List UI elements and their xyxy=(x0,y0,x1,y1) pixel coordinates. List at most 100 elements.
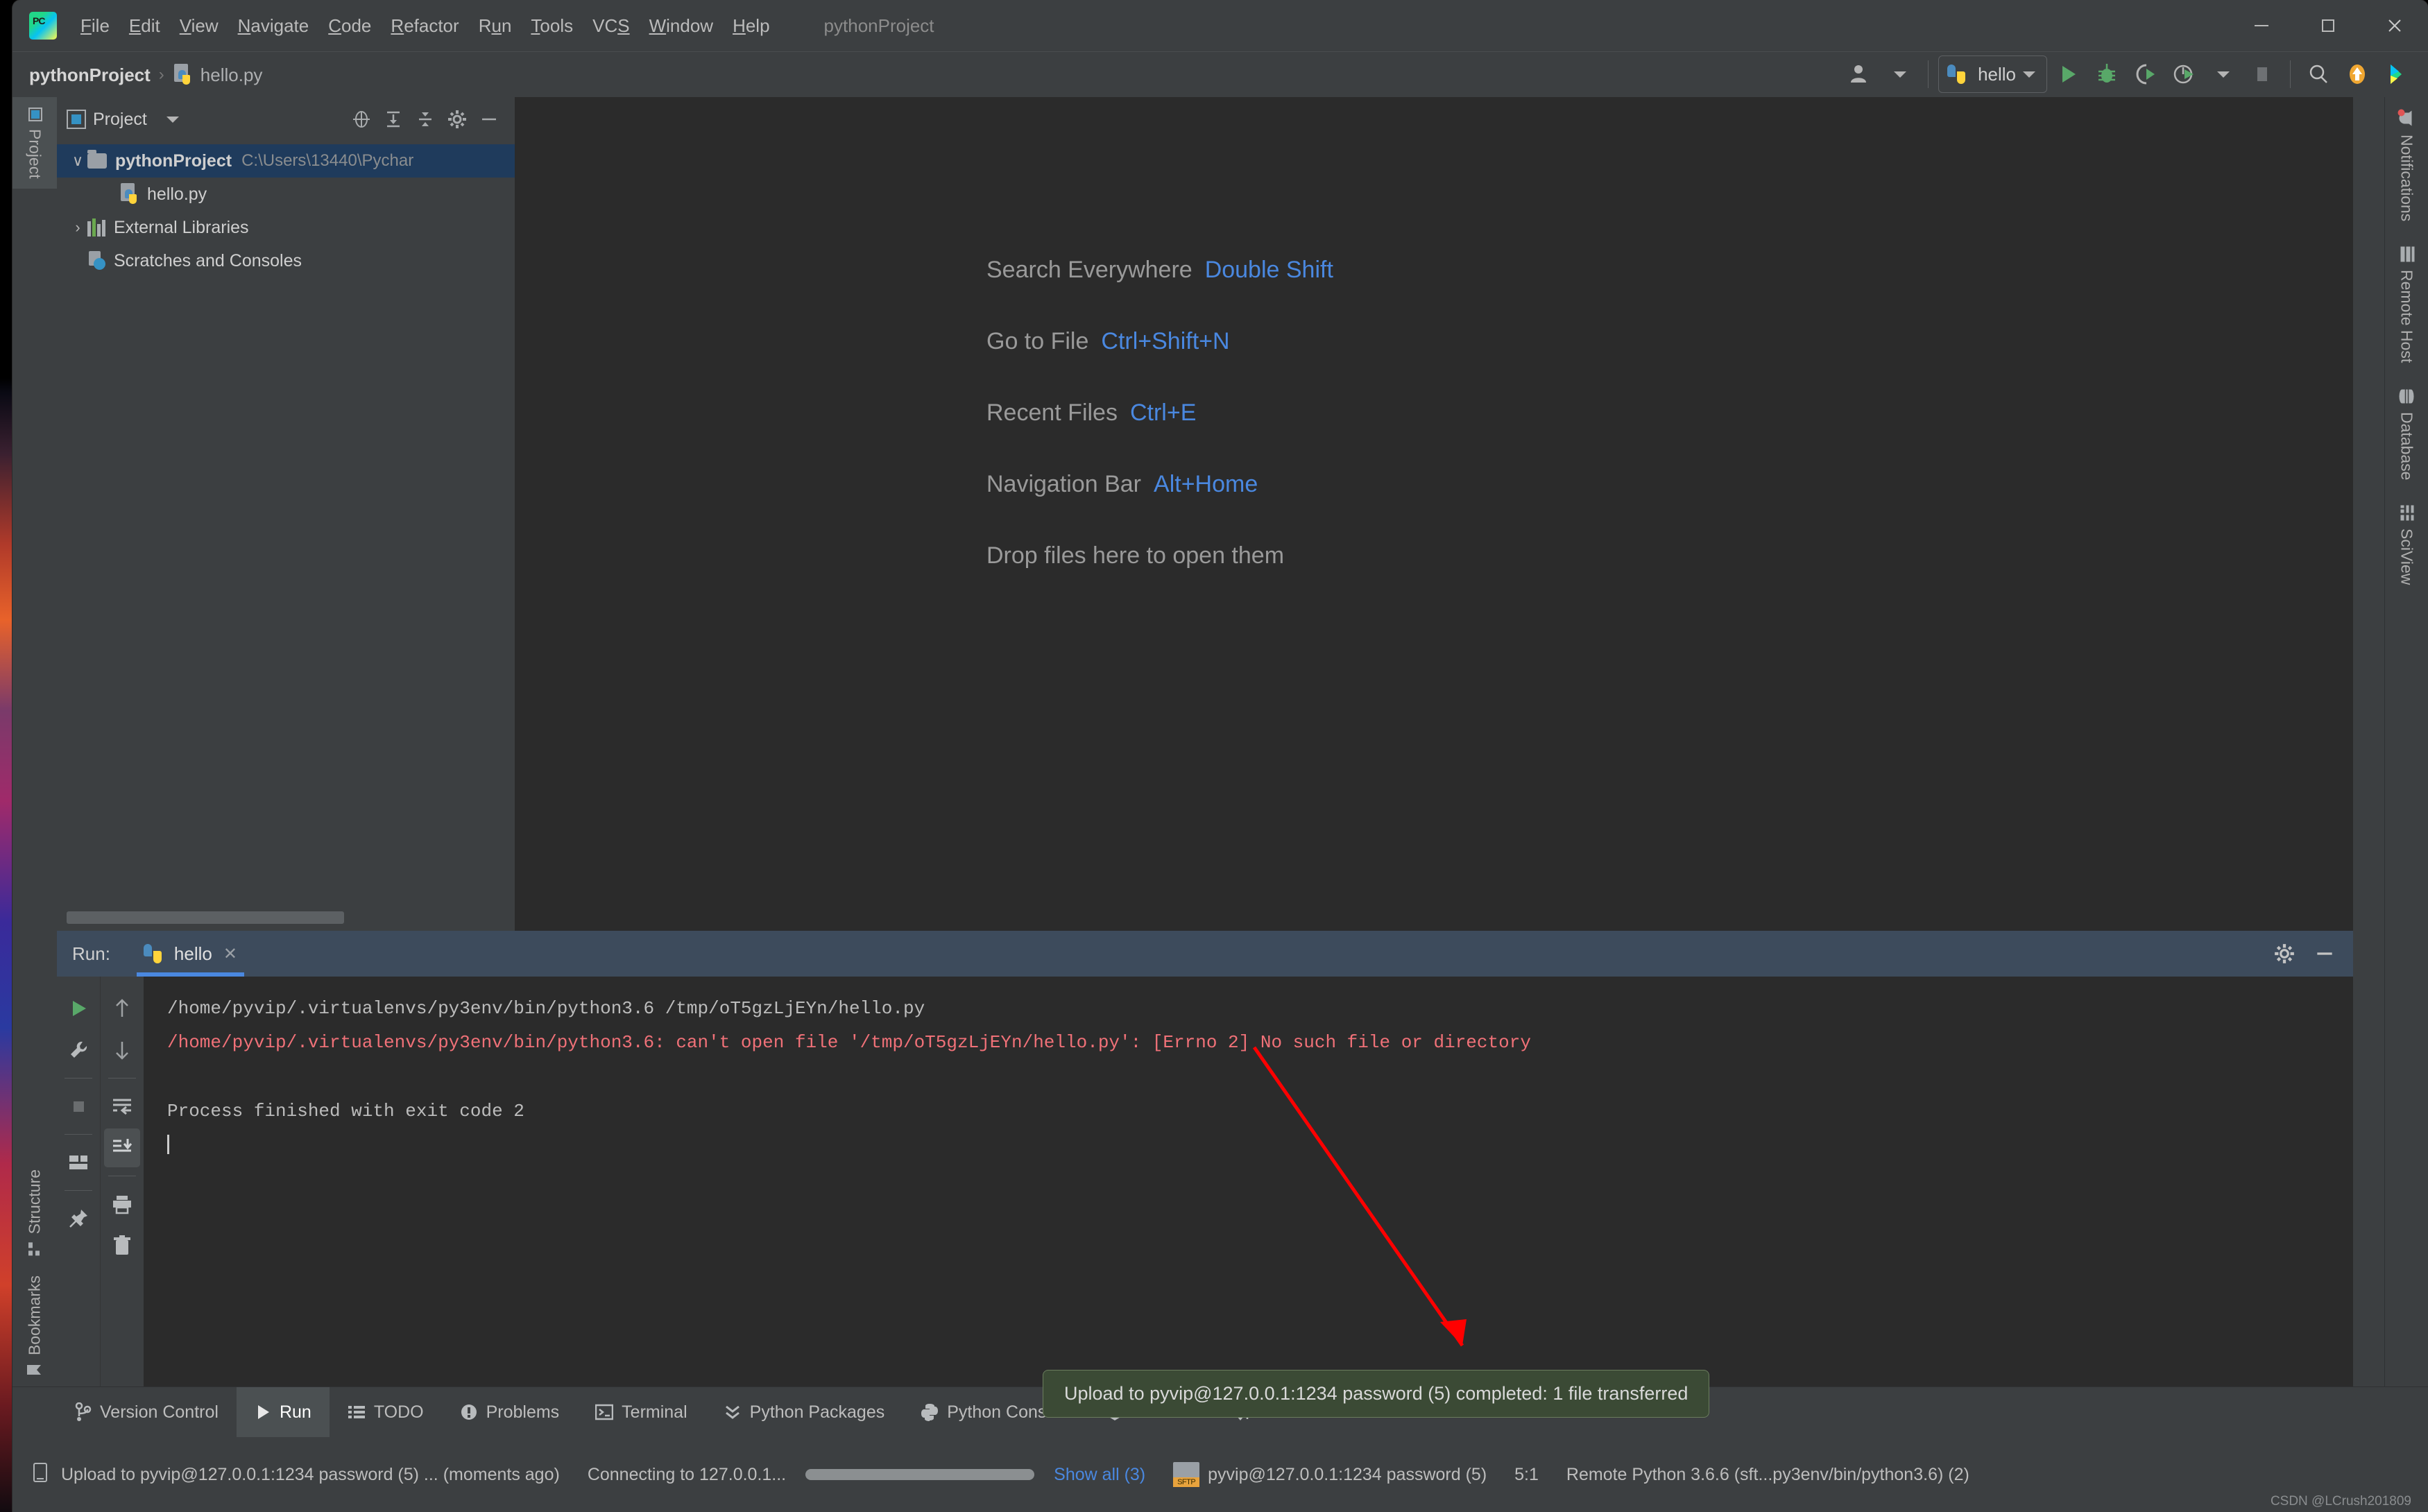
edit-configuration-icon[interactable] xyxy=(60,1031,96,1069)
toolwindow-version-control[interactable]: Version Control xyxy=(57,1387,237,1437)
soft-wrap-icon[interactable] xyxy=(104,1087,140,1126)
menu-item-tools[interactable]: Tools xyxy=(521,11,583,41)
expand-all-icon[interactable] xyxy=(377,103,409,135)
left-tool-strip[interactable]: Project StructureBookmarks xyxy=(12,97,58,1387)
strip-item-structure[interactable]: Structure xyxy=(12,1160,57,1266)
status-bar: Upload to pyvip@127.0.0.1:1234 password … xyxy=(12,1437,2428,1512)
menu-item-file[interactable]: File xyxy=(71,11,119,41)
toolwindow-python-packages[interactable]: Python Packages xyxy=(706,1387,903,1437)
strip-item-label: SciView xyxy=(2397,529,2416,585)
breadcrumb[interactable]: pythonProject › hello.py xyxy=(29,64,262,86)
remote-host-icon xyxy=(2398,246,2415,264)
chevron-down-icon[interactable]: ∨ xyxy=(68,152,87,170)
run-tab[interactable]: hello ✕ xyxy=(134,931,247,977)
run-coverage-icon[interactable] xyxy=(2128,56,2164,92)
toolwindow-terminal[interactable]: Terminal xyxy=(577,1387,705,1437)
editor-area[interactable]: Search EverywhereDouble ShiftGo to FileC… xyxy=(515,97,2353,931)
title-bar: FileEditViewNavigateCodeRefactorRunTools… xyxy=(12,0,2428,51)
project-tree[interactable]: ∨pythonProjectC:\Users\13440\Pychar hello… xyxy=(57,141,515,277)
profile-dropdown-caret-icon[interactable] xyxy=(2205,56,2241,92)
toolwindow-problems[interactable]: Problems xyxy=(442,1387,578,1437)
bookmarks-icon xyxy=(26,1362,44,1377)
down-icon[interactable] xyxy=(104,1031,140,1069)
ide-feature-icon[interactable] xyxy=(2378,56,2414,92)
run-panel-tools[interactable] xyxy=(2267,931,2342,977)
tree-node-pythonproject[interactable]: ∨pythonProjectC:\Users\13440\Pychar xyxy=(57,144,515,178)
stop-icon[interactable] xyxy=(2244,56,2280,92)
interpreter-label[interactable]: Remote Python 3.6.6 (sft...py3env/bin/py… xyxy=(1566,1465,1969,1485)
close-icon[interactable]: ✕ xyxy=(223,944,237,964)
run-configuration-selector[interactable]: hello xyxy=(1938,55,2047,93)
profile-icon[interactable] xyxy=(2166,56,2203,92)
window-controls[interactable] xyxy=(2228,0,2428,51)
close-icon[interactable] xyxy=(2361,0,2428,51)
editor-hint-navigation-bar: Navigation BarAlt+Home xyxy=(986,471,1333,498)
debug-icon[interactable] xyxy=(2089,56,2125,92)
toolwindow-todo[interactable]: TODO xyxy=(330,1387,442,1437)
settings-icon[interactable] xyxy=(2267,936,2302,971)
tree-node-hello-py[interactable]: hello.py xyxy=(57,178,515,211)
locate-icon[interactable] xyxy=(345,103,377,135)
hide-icon[interactable] xyxy=(2307,936,2342,971)
menu-item-code[interactable]: Code xyxy=(318,11,381,41)
collapse-all-icon[interactable] xyxy=(409,103,441,135)
terminal-icon xyxy=(595,1404,613,1420)
chevron-right-icon[interactable]: › xyxy=(68,218,87,237)
strip-item-notifications[interactable]: Notifications xyxy=(2385,97,2428,234)
settings-icon[interactable] xyxy=(441,103,473,135)
menu-item-run[interactable]: Run xyxy=(469,11,522,41)
project-horizontal-scrollbar[interactable] xyxy=(67,911,344,924)
toolwindow-label: Python Packages xyxy=(750,1402,885,1423)
menu-item-help[interactable]: Help xyxy=(723,11,779,41)
layout-icon[interactable] xyxy=(60,1143,96,1182)
caret-position[interactable]: 5:1 xyxy=(1514,1465,1539,1485)
chevron-down-icon[interactable] xyxy=(157,103,189,135)
strip-item-remote-host[interactable]: Remote Host xyxy=(2385,234,2428,375)
user-profile-icon[interactable] xyxy=(1843,56,1879,92)
menu-item-window[interactable]: Window xyxy=(640,11,723,41)
right-tool-strip[interactable]: NotificationsRemote HostDatabase SciView xyxy=(2384,97,2428,1387)
run-gutter-primary[interactable] xyxy=(57,977,100,1387)
menu-item-navigate[interactable]: Navigate xyxy=(228,11,319,41)
main-toolbar[interactable]: hello xyxy=(1843,51,2428,97)
run-console-output[interactable]: /home/pyvip/.virtualenvs/py3env/bin/pyth… xyxy=(144,977,2353,1387)
menu-item-vcs[interactable]: VCS xyxy=(583,11,639,41)
strip-item-bookmarks[interactable]: Bookmarks xyxy=(12,1266,57,1387)
stop-icon[interactable] xyxy=(60,1087,96,1126)
run-gutter-secondary[interactable] xyxy=(100,977,144,1387)
minimize-icon[interactable] xyxy=(2228,0,2295,51)
strip-item-sciview[interactable]: SciView xyxy=(2385,492,2428,597)
upload-notification-balloon[interactable]: Upload to pyvip@127.0.0.1:1234 password … xyxy=(1043,1370,1709,1418)
editor-hint-drop-files-here-to-open-them: Drop files here to open them xyxy=(986,542,1333,569)
maximize-icon[interactable] xyxy=(2295,0,2361,51)
breadcrumb-file[interactable]: hello.py xyxy=(200,65,263,86)
console-line: /home/pyvip/.virtualenvs/py3env/bin/pyth… xyxy=(167,992,2353,1026)
menu-item-view[interactable]: View xyxy=(170,11,228,41)
sftp-icon xyxy=(1173,1462,1199,1487)
scroll-to-end-icon[interactable] xyxy=(104,1128,140,1167)
pin-tab-icon[interactable] xyxy=(60,1199,96,1238)
run-icon[interactable] xyxy=(2050,56,2086,92)
upload-status-message[interactable]: Upload to pyvip@127.0.0.1:1234 password … xyxy=(61,1465,560,1485)
rerun-icon[interactable] xyxy=(60,989,96,1028)
hide-icon[interactable] xyxy=(473,103,505,135)
strip-item-database[interactable]: Database xyxy=(2385,376,2428,492)
menu-item-refactor[interactable]: Refactor xyxy=(381,11,468,41)
menu-item-edit[interactable]: Edit xyxy=(119,11,170,41)
search-icon[interactable] xyxy=(2300,56,2336,92)
print-icon[interactable] xyxy=(104,1185,140,1223)
tree-node-label: External Libraries xyxy=(114,218,249,238)
strip-item-project[interactable]: Project xyxy=(12,97,57,189)
show-all-link[interactable]: Show all (3) xyxy=(1054,1465,1145,1485)
tree-node-external-libraries[interactable]: › External Libraries xyxy=(57,211,515,244)
up-icon[interactable] xyxy=(104,989,140,1028)
sftp-target-label[interactable]: pyvip@127.0.0.1:1234 password (5) xyxy=(1208,1465,1487,1485)
update-project-icon[interactable] xyxy=(2339,56,2375,92)
menu-bar[interactable]: FileEditViewNavigateCodeRefactorRunTools… xyxy=(71,11,780,41)
toolwindow-run[interactable]: Run xyxy=(237,1387,330,1437)
breadcrumb-project[interactable]: pythonProject xyxy=(29,65,151,86)
user-dropdown-caret-icon[interactable] xyxy=(1882,56,1918,92)
clear-all-icon[interactable] xyxy=(104,1226,140,1265)
tree-node-scratches-and-consoles[interactable]: Scratches and Consoles xyxy=(57,244,515,277)
tree-node-label: hello.py xyxy=(147,184,207,205)
